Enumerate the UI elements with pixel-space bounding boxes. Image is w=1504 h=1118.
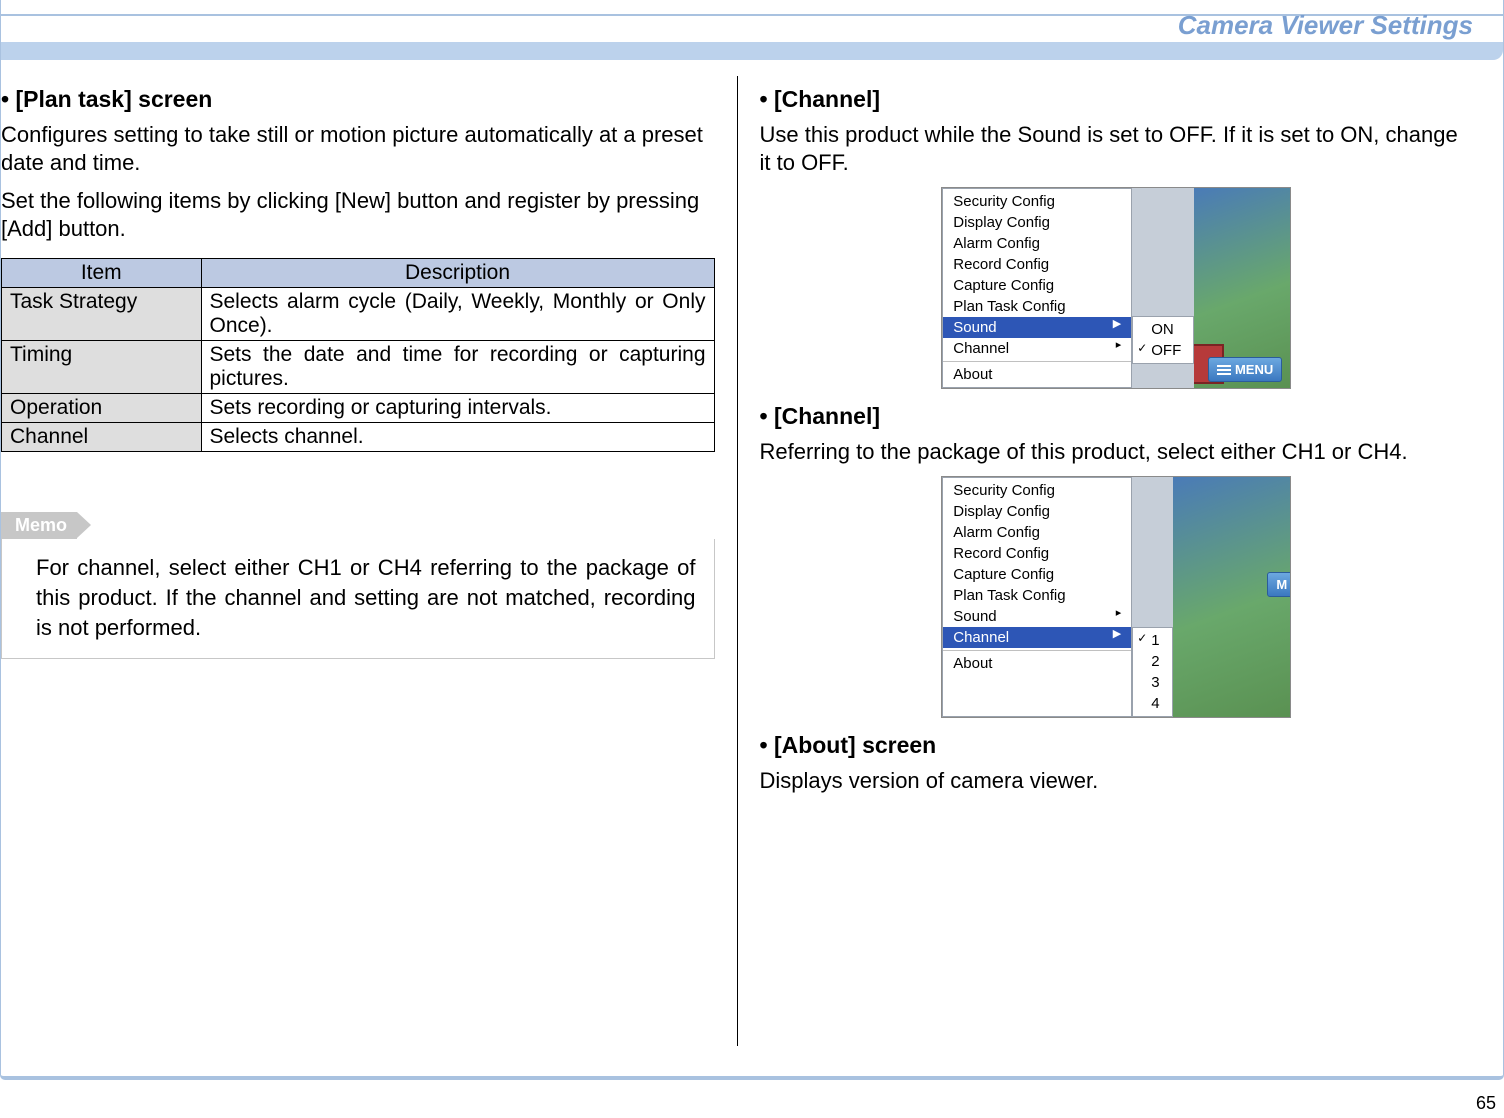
channel-menu-screenshot: Security Config Display Config Alarm Con… [941, 476, 1291, 718]
plan-task-table: Item Description Task Strategy Selects a… [1, 258, 715, 452]
page-frame: Camera Viewer Settings • [Plan task] scr… [0, 0, 1504, 1080]
channel-4[interactable]: 4 [1133, 693, 1171, 714]
menu-item-channel[interactable]: Channel ▸ [943, 338, 1131, 359]
menu-item-alarm[interactable]: Alarm Config [943, 233, 1131, 254]
table-row: Operation Sets recording or capturing in… [2, 393, 715, 422]
left-column: • [Plan task] screen Configures setting … [1, 76, 737, 1066]
table-desc: Sets recording or capturing intervals. [201, 393, 714, 422]
menu-item-security[interactable]: Security Config [943, 191, 1131, 212]
header-title: Camera Viewer Settings [1178, 10, 1473, 41]
context-menu: Security Config Display Config Alarm Con… [942, 477, 1132, 717]
channel-sound-text: Use this product while the Sound is set … [760, 121, 1474, 177]
menu-item-display[interactable]: Display Config [943, 212, 1131, 233]
table-item: Task Strategy [2, 287, 202, 340]
table-header-desc: Description [201, 258, 714, 287]
content-area: • [Plan task] screen Configures setting … [1, 76, 1503, 1066]
plan-task-heading: • [Plan task] screen [1, 86, 715, 113]
menu-item-display[interactable]: Display Config [943, 501, 1131, 522]
channel-select-text: Referring to the package of this product… [760, 438, 1474, 466]
table-row: Channel Selects channel. [2, 422, 715, 451]
submenu-arrow-icon: ▶ [1113, 627, 1121, 648]
table-desc: Selects alarm cycle (Daily, Weekly, Mont… [201, 287, 714, 340]
menu-item-label: Sound [953, 606, 996, 627]
page-number: 65 [1476, 1093, 1496, 1114]
table-row: Task Strategy Selects alarm cycle (Daily… [2, 287, 715, 340]
channel-submenu: 1 2 3 4 [1132, 627, 1172, 717]
channel-2[interactable]: 2 [1133, 651, 1171, 672]
table-row: Timing Sets the date and time for record… [2, 340, 715, 393]
menu-item-alarm[interactable]: Alarm Config [943, 522, 1131, 543]
menu-item-security[interactable]: Security Config [943, 480, 1131, 501]
menu-item-sound[interactable]: Sound ▶ [943, 317, 1131, 338]
about-heading: • [About] screen [760, 732, 1474, 759]
menu-item-capture[interactable]: Capture Config [943, 275, 1131, 296]
menu-item-about[interactable]: About [943, 364, 1131, 385]
hamburger-icon [1217, 363, 1231, 377]
menu-item-sound[interactable]: Sound ▸ [943, 606, 1131, 627]
memo-label: Memo [1, 512, 77, 539]
about-text: Displays version of camera viewer. [760, 767, 1474, 795]
menu-item-label: Sound [953, 317, 996, 338]
viewer-background: M [1173, 477, 1291, 717]
menu-item-label: Channel [953, 627, 1009, 648]
table-item: Timing [2, 340, 202, 393]
channel-3[interactable]: 3 [1133, 672, 1171, 693]
viewer-background: MENU [1194, 188, 1290, 388]
table-header-item: Item [2, 258, 202, 287]
sound-menu-screenshot: Security Config Display Config Alarm Con… [941, 187, 1291, 389]
sound-submenu: ON OFF [1132, 316, 1194, 364]
right-column: • [Channel] Use this product while the S… [738, 76, 1504, 1066]
table-desc: Sets the date and time for recording or … [201, 340, 714, 393]
submenu-arrow-icon: ▸ [1116, 338, 1122, 359]
menu-item-record[interactable]: Record Config [943, 254, 1131, 275]
menu-button-label: MENU [1235, 362, 1273, 377]
header-band [1, 42, 1503, 60]
menu-button-label: M [1276, 577, 1287, 592]
sound-on[interactable]: ON [1133, 319, 1193, 340]
menu-item-channel[interactable]: Channel ▶ [943, 627, 1131, 648]
menu-item-record[interactable]: Record Config [943, 543, 1131, 564]
table-desc: Selects channel. [201, 422, 714, 451]
menu-item-label: Channel [953, 338, 1009, 359]
table-item: Channel [2, 422, 202, 451]
menu-button[interactable]: M [1267, 572, 1290, 597]
menu-separator [943, 650, 1131, 651]
channel-sound-heading: • [Channel] [760, 86, 1474, 113]
submenu-arrow-icon: ▶ [1113, 317, 1121, 338]
menu-item-plantask[interactable]: Plan Task Config [943, 296, 1131, 317]
table-item: Operation [2, 393, 202, 422]
menu-button[interactable]: MENU [1208, 357, 1282, 383]
menu-item-about[interactable]: About [943, 653, 1131, 674]
channel-select-heading: • [Channel] [760, 403, 1474, 430]
menu-separator [943, 361, 1131, 362]
plan-task-desc2: Set the following items by clicking [New… [1, 187, 715, 243]
menu-item-capture[interactable]: Capture Config [943, 564, 1131, 585]
submenu-arrow-icon: ▸ [1116, 606, 1122, 627]
channel-1[interactable]: 1 [1133, 630, 1171, 651]
sound-off[interactable]: OFF [1133, 340, 1193, 361]
context-menu: Security Config Display Config Alarm Con… [942, 188, 1132, 388]
plan-task-desc1: Configures setting to take still or moti… [1, 121, 715, 177]
menu-item-plantask[interactable]: Plan Task Config [943, 585, 1131, 606]
memo-text: For channel, select either CH1 or CH4 re… [1, 539, 715, 659]
